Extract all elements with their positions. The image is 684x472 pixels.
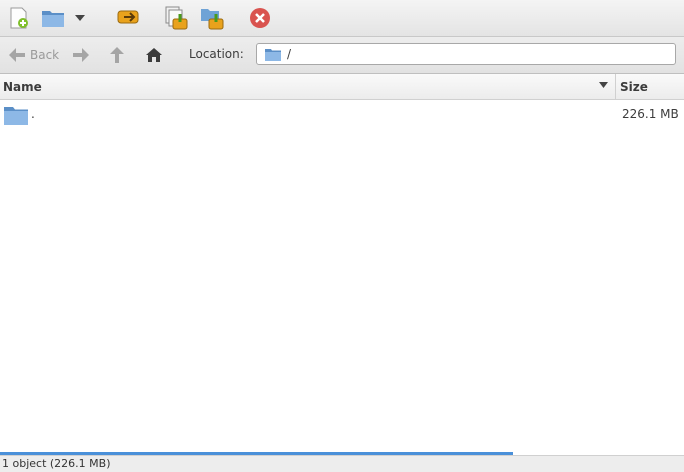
add-files-button[interactable] bbox=[163, 5, 189, 31]
column-divider[interactable] bbox=[615, 74, 616, 99]
forward-button[interactable] bbox=[72, 45, 90, 65]
file-name: . bbox=[31, 107, 35, 121]
extract-icon bbox=[117, 10, 139, 24]
open-dropdown-icon bbox=[75, 15, 85, 21]
open-archive-icon bbox=[42, 11, 64, 27]
back-arrow-icon bbox=[9, 48, 25, 62]
home-button[interactable] bbox=[145, 45, 163, 65]
table-row[interactable]: . 226.1 MB bbox=[0, 104, 684, 126]
forward-arrow-icon bbox=[73, 48, 89, 62]
add-folder-button[interactable] bbox=[199, 5, 225, 31]
location-bar: Back Location: / bbox=[0, 37, 684, 74]
stop-button[interactable] bbox=[247, 5, 273, 31]
new-archive-button[interactable] bbox=[6, 5, 32, 31]
open-dropdown-button[interactable] bbox=[72, 5, 88, 31]
column-header: Name Size bbox=[0, 74, 684, 100]
folder-icon bbox=[265, 48, 281, 61]
up-arrow-icon bbox=[110, 47, 124, 63]
folder-icon bbox=[4, 107, 28, 125]
add-folder-icon bbox=[201, 9, 224, 30]
status-bar: 1 object (226.1 MB) bbox=[0, 455, 684, 472]
add-files-icon bbox=[165, 6, 188, 30]
new-archive-icon bbox=[10, 7, 28, 29]
up-button[interactable] bbox=[109, 45, 125, 65]
sort-descending-icon[interactable] bbox=[599, 82, 608, 88]
size-column-header[interactable]: Size bbox=[620, 80, 648, 94]
status-text: 1 object (226.1 MB) bbox=[2, 457, 111, 470]
toolbar bbox=[0, 0, 684, 37]
stop-icon bbox=[250, 8, 270, 28]
extract-button[interactable] bbox=[116, 5, 142, 31]
location-field[interactable]: / bbox=[256, 43, 676, 65]
location-label: Location: bbox=[189, 47, 244, 61]
location-value: / bbox=[287, 47, 292, 61]
open-archive-button[interactable] bbox=[40, 5, 66, 31]
name-column-header[interactable]: Name bbox=[3, 80, 42, 94]
file-size: 226.1 MB bbox=[622, 107, 679, 121]
back-label: Back bbox=[30, 48, 60, 62]
back-button[interactable]: Back bbox=[8, 45, 59, 65]
home-icon bbox=[146, 48, 162, 62]
